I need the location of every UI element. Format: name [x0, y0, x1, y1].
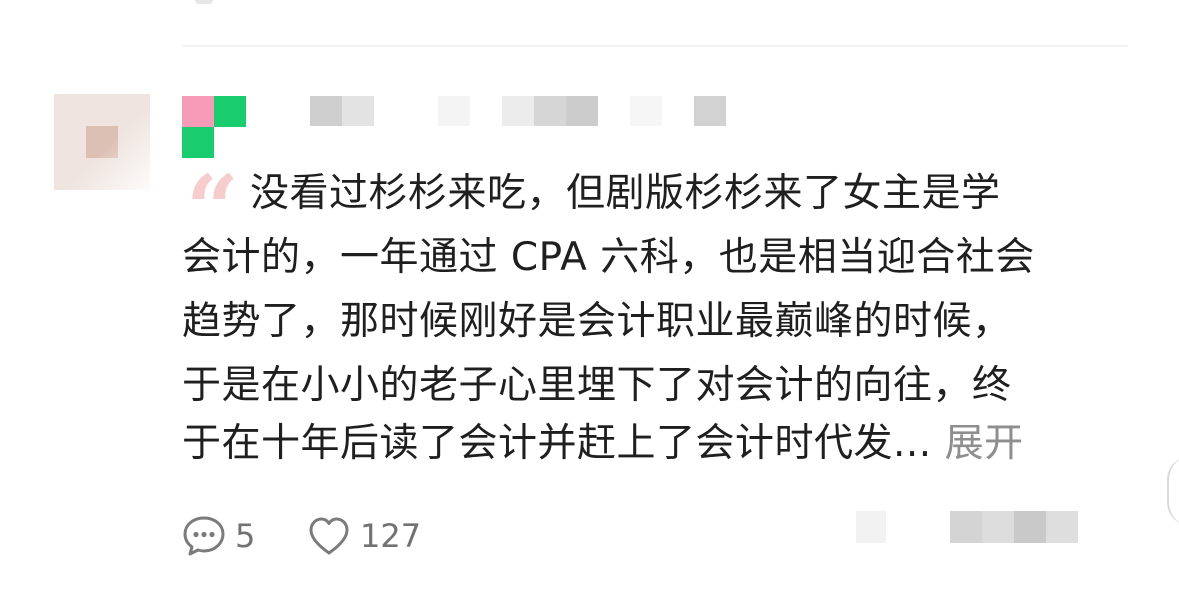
blur-block — [1014, 511, 1046, 543]
avatar[interactable] — [54, 94, 150, 190]
blur-block — [694, 96, 726, 126]
comment-text-line: 会计的，一年通过 CPA 六科，也是相当迎合社会 — [182, 235, 1035, 280]
emoji-pixel-green — [214, 96, 246, 127]
timestamp-blurred — [856, 511, 1082, 543]
username-blurred[interactable] — [310, 96, 730, 126]
blur-block — [534, 96, 566, 126]
comment-text-line: 于在十年后读了会计并赶上了会计时代发... — [182, 421, 932, 466]
comment-last-line: 于在十年后读了会计并赶上了会计时代发... 展开 — [182, 424, 1024, 463]
blur-block — [502, 96, 534, 126]
comment-text-line: 于是在小小的老子心里埋下了对会计的向往，终 — [182, 363, 1012, 408]
blur-block — [1046, 511, 1078, 543]
like-button[interactable]: 127 — [306, 514, 421, 558]
blur-block — [438, 96, 470, 126]
comment-divider — [182, 45, 1128, 47]
emoji-pixel-green — [182, 127, 214, 158]
blur-block — [856, 511, 886, 543]
reply-button[interactable]: 5 — [181, 514, 255, 558]
blur-block — [630, 96, 662, 126]
blur-block — [342, 96, 374, 126]
reply-count: 5 — [235, 517, 256, 555]
avatar-blur-fade — [54, 94, 150, 190]
comment-text-line: 没看过杉杉来吃，但剧版杉杉来了女主是学 — [250, 171, 1001, 216]
expand-link[interactable]: 展开 — [945, 421, 1024, 466]
like-count: 127 — [360, 517, 422, 555]
speech-bubble-icon — [181, 514, 227, 558]
blur-block — [310, 96, 342, 126]
scroll-edge-indicator — [1167, 456, 1179, 526]
heart-icon — [306, 514, 352, 558]
username-emoji-icon — [182, 96, 246, 158]
previous-comment-fragment — [195, 0, 213, 4]
blur-block — [982, 511, 1014, 543]
comment-text-line: 趋势了，那时候刚好是会计职业最巅峰的时候， — [182, 299, 1012, 344]
emoji-pixel-pink — [182, 96, 214, 127]
blur-block — [950, 511, 982, 543]
blur-block — [566, 96, 598, 126]
